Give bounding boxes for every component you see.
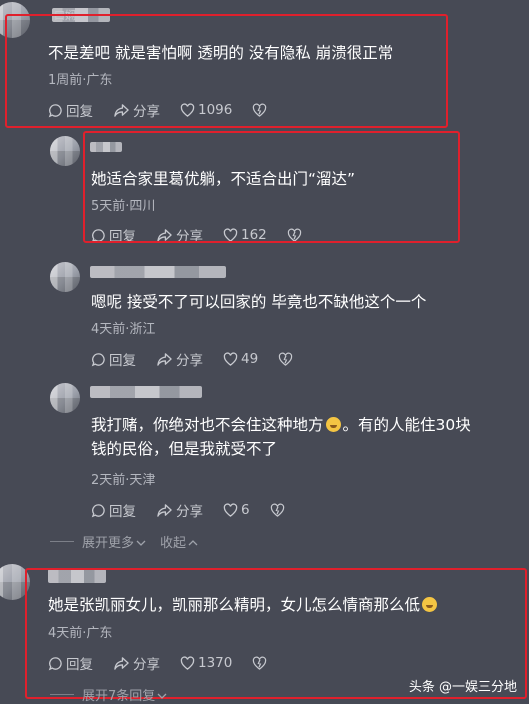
dislike-button[interactable]: [278, 352, 296, 366]
divider: [50, 541, 74, 542]
chevron-up-icon: [188, 540, 198, 546]
emoji-icon: [325, 417, 341, 432]
divider: [50, 694, 74, 695]
avatar[interactable]: [50, 383, 80, 413]
expand-collapse-row: 展开更多 收起: [50, 532, 198, 551]
reply-button[interactable]: 回复: [91, 349, 136, 369]
comment-text: 我打赌，你绝对也不会住这种地方 。有的人能住30块 钱的民俗，但是我就受不了: [91, 413, 471, 461]
dislike-icon: [270, 503, 284, 517]
chevron-down-icon: [157, 693, 167, 699]
expand-replies-row: 展开7条回复: [50, 685, 167, 704]
highlight-box-2: [83, 131, 460, 243]
collapse-button[interactable]: 收起: [160, 532, 198, 551]
share-button[interactable]: 分享: [156, 349, 203, 369]
watermark: 头条 @一娱三分地: [408, 680, 517, 695]
expand-replies-button[interactable]: 展开7条回复: [82, 685, 167, 704]
username[interactable]: [90, 386, 202, 398]
dislike-button[interactable]: [270, 503, 288, 517]
username[interactable]: [90, 266, 226, 278]
comment-actions: 回复 分享 49: [91, 349, 296, 369]
reply-button[interactable]: 回复: [91, 500, 136, 520]
comment-actions: 回复 分享 6: [91, 500, 288, 520]
reply-icon: [91, 352, 105, 366]
comment-meta: 4天前·浙江: [91, 322, 156, 337]
share-icon: [157, 503, 172, 517]
chevron-down-icon: [136, 540, 146, 546]
avatar[interactable]: [50, 136, 80, 166]
like-icon: [223, 352, 238, 366]
reply-icon: [91, 503, 105, 517]
comment-text: 嗯呢 接受不了可以回家的 毕竟也不缺他这个一个: [91, 293, 427, 311]
like-button[interactable]: 49: [223, 351, 258, 367]
like-button[interactable]: 6: [223, 502, 250, 518]
highlight-box-1: [5, 14, 448, 128]
dislike-icon: [279, 352, 293, 366]
avatar[interactable]: [50, 262, 80, 292]
comment-text-part: 。有的人能住30块: [342, 416, 471, 434]
comment-meta: 2天前·天津: [91, 473, 156, 488]
share-icon: [157, 352, 172, 366]
share-button[interactable]: 分享: [156, 500, 203, 520]
expand-more-button[interactable]: 展开更多: [82, 532, 146, 551]
like-icon: [223, 503, 238, 517]
comment-text-part: 钱的民俗，但是我就受不了: [91, 440, 278, 458]
comment-text-part: 我打赌，你绝对也不会住这种地方: [91, 416, 324, 434]
